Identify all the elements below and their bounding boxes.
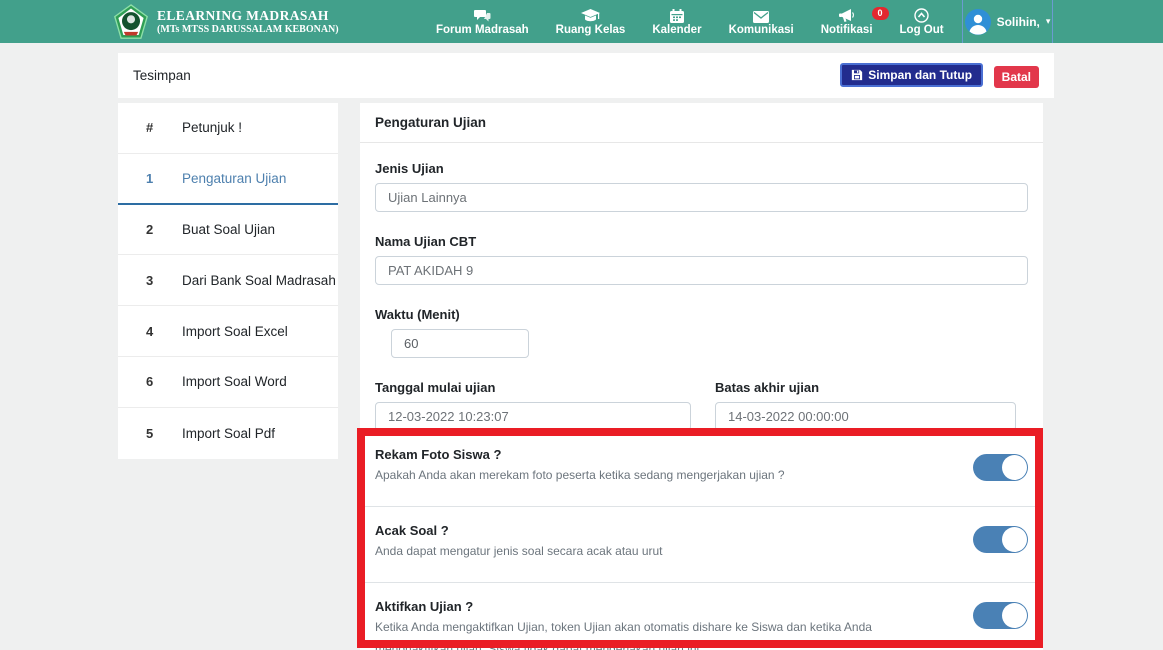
sidebar-item-import-soal-pdf[interactable]: 5 Import Soal Pdf — [118, 408, 338, 459]
cancel-button-label: Batal — [1002, 70, 1031, 84]
step-label: Import Soal Word — [182, 374, 287, 389]
tanggal-mulai-label: Tanggal mulai ujian — [375, 380, 691, 395]
toggle-knob — [1002, 527, 1027, 552]
avatar — [965, 9, 991, 35]
nav-label: Kalender — [652, 24, 701, 36]
date-row: Tanggal mulai ujian Batas akhir ujian — [375, 380, 1028, 431]
nav-menu: Forum Madrasah Ruang Kelas Kalender Komu… — [436, 0, 944, 43]
exam-settings-panel: Pengaturan Ujian Jenis Ujian Nama Ujian … — [360, 103, 1043, 650]
nav-label: Komunikasi — [729, 24, 794, 36]
field-waktu: Waktu (Menit) — [375, 307, 1028, 358]
save-button-label: Simpan dan Tutup — [868, 68, 972, 82]
sidebar-item-buat-soal-ujian[interactable]: 2 Buat Soal Ujian — [118, 205, 338, 256]
user-name: Solihin, — [997, 15, 1040, 29]
toolbar-buttons: Simpan dan Tutup Batal — [840, 63, 1039, 88]
nav-label: Log Out — [900, 24, 944, 36]
user-menu[interactable]: Solihin, ▾ — [962, 0, 1053, 43]
step-number: 2 — [146, 222, 156, 237]
toggle-row-aktifkan-ujian: Aktifkan Ujian ? Ketika Anda mengaktifka… — [360, 583, 1043, 650]
steps-sidebar: # Petunjuk ! 1 Pengaturan Ujian 2 Buat S… — [118, 103, 338, 459]
save-button[interactable]: Simpan dan Tutup — [840, 63, 983, 87]
step-number: 3 — [146, 273, 156, 288]
top-navbar: ELEARNING MADRASAH (MTs MTSS DARUSSALAM … — [0, 0, 1163, 43]
step-number: 1 — [146, 171, 156, 186]
toolbar-title: Tesimpan — [133, 68, 191, 83]
step-label: Import Soal Excel — [182, 324, 288, 339]
nav-notifikasi[interactable]: Notifikasi 0 — [821, 8, 873, 36]
jenis-ujian-input[interactable] — [375, 183, 1028, 212]
toolbar: Tesimpan Simpan dan Tutup Batal — [118, 53, 1054, 98]
jenis-ujian-label: Jenis Ujian — [375, 161, 1028, 176]
graduation-cap-icon — [581, 8, 600, 23]
sidebar-item-petunjuk[interactable]: # Petunjuk ! — [118, 103, 338, 154]
brand-subtitle: (MTs MTSS DARUSSALAM KEBONAN) — [157, 24, 339, 36]
nav-kalender[interactable]: Kalender — [652, 8, 701, 36]
toggle-knob — [1002, 603, 1027, 628]
rekam-foto-description: Apakah Anda akan merekam foto peserta ke… — [375, 464, 935, 486]
nav-komunikasi[interactable]: Komunikasi — [729, 8, 794, 36]
step-label: Petunjuk ! — [182, 120, 242, 135]
brand: ELEARNING MADRASAH (MTs MTSS DARUSSALAM … — [113, 0, 339, 43]
nama-ujian-label: Nama Ujian CBT — [375, 234, 1028, 249]
toggle-knob — [1002, 455, 1027, 480]
field-batas-akhir: Batas akhir ujian — [715, 380, 1016, 431]
sidebar-item-import-soal-excel[interactable]: 4 Import Soal Excel — [118, 306, 338, 357]
sidebar-item-pengaturan-ujian[interactable]: 1 Pengaturan Ujian — [118, 154, 338, 205]
madrasah-logo-icon — [113, 4, 149, 40]
step-number: 4 — [146, 324, 156, 339]
nav-forum-madrasah[interactable]: Forum Madrasah — [436, 8, 529, 36]
acak-soal-description: Anda dapat mengatur jenis soal secara ac… — [375, 540, 935, 562]
step-number: # — [146, 120, 156, 135]
panel-title: Pengaturan Ujian — [360, 103, 1043, 143]
mail-icon — [753, 8, 769, 23]
acak-soal-toggle[interactable] — [973, 526, 1028, 553]
field-nama-ujian: Nama Ujian CBT — [375, 234, 1028, 285]
sidebar-item-dari-bank-soal[interactable]: 3 Dari Bank Soal Madrasah — [118, 255, 338, 306]
chevron-down-icon: ▾ — [1046, 16, 1051, 27]
nav-label: Notifikasi — [821, 24, 873, 36]
brand-text: ELEARNING MADRASAH (MTs MTSS DARUSSALAM … — [157, 8, 339, 35]
acak-soal-title: Acak Soal ? — [375, 523, 1028, 538]
nama-ujian-input[interactable] — [375, 256, 1028, 285]
step-number: 5 — [146, 426, 156, 441]
logout-icon — [914, 8, 929, 23]
cancel-button[interactable]: Batal — [994, 66, 1039, 88]
toggle-row-rekam-foto: Rekam Foto Siswa ? Apakah Anda akan mere… — [360, 435, 1043, 507]
nav-label: Ruang Kelas — [556, 24, 626, 36]
sidebar-item-import-soal-word[interactable]: 6 Import Soal Word — [118, 357, 338, 408]
aktifkan-ujian-title: Aktifkan Ujian ? — [375, 599, 1028, 614]
step-label: Import Soal Pdf — [182, 426, 275, 441]
notification-badge: 0 — [872, 7, 889, 20]
field-tanggal-mulai: Tanggal mulai ujian — [375, 380, 691, 431]
toggle-row-acak-soal: Acak Soal ? Anda dapat mengatur jenis so… — [360, 507, 1043, 583]
batas-akhir-input[interactable] — [715, 402, 1016, 431]
nav-log-out[interactable]: Log Out — [900, 8, 944, 36]
waktu-input[interactable] — [391, 329, 529, 358]
step-label: Buat Soal Ujian — [182, 222, 275, 237]
step-label: Dari Bank Soal Madrasah — [182, 273, 336, 288]
rekam-foto-title: Rekam Foto Siswa ? — [375, 447, 1028, 462]
megaphone-icon — [839, 8, 855, 23]
batas-akhir-label: Batas akhir ujian — [715, 380, 1016, 395]
chat-icon — [474, 8, 491, 23]
panel-body: Jenis Ujian Nama Ujian CBT Waktu (Menit)… — [360, 143, 1043, 650]
nav-ruang-kelas[interactable]: Ruang Kelas — [556, 8, 626, 36]
field-jenis-ujian: Jenis Ujian — [375, 161, 1028, 212]
save-icon — [851, 69, 863, 81]
step-label: Pengaturan Ujian — [182, 171, 286, 186]
calendar-icon — [670, 8, 684, 23]
nav-label: Forum Madrasah — [436, 24, 529, 36]
tanggal-mulai-input[interactable] — [375, 402, 691, 431]
aktifkan-ujian-toggle[interactable] — [973, 602, 1028, 629]
aktifkan-ujian-description: Ketika Anda mengaktifkan Ujian, token Uj… — [375, 616, 935, 650]
rekam-foto-toggle[interactable] — [973, 454, 1028, 481]
waktu-label: Waktu (Menit) — [375, 307, 1028, 322]
step-number: 6 — [146, 374, 156, 389]
brand-title: ELEARNING MADRASAH — [157, 8, 339, 24]
